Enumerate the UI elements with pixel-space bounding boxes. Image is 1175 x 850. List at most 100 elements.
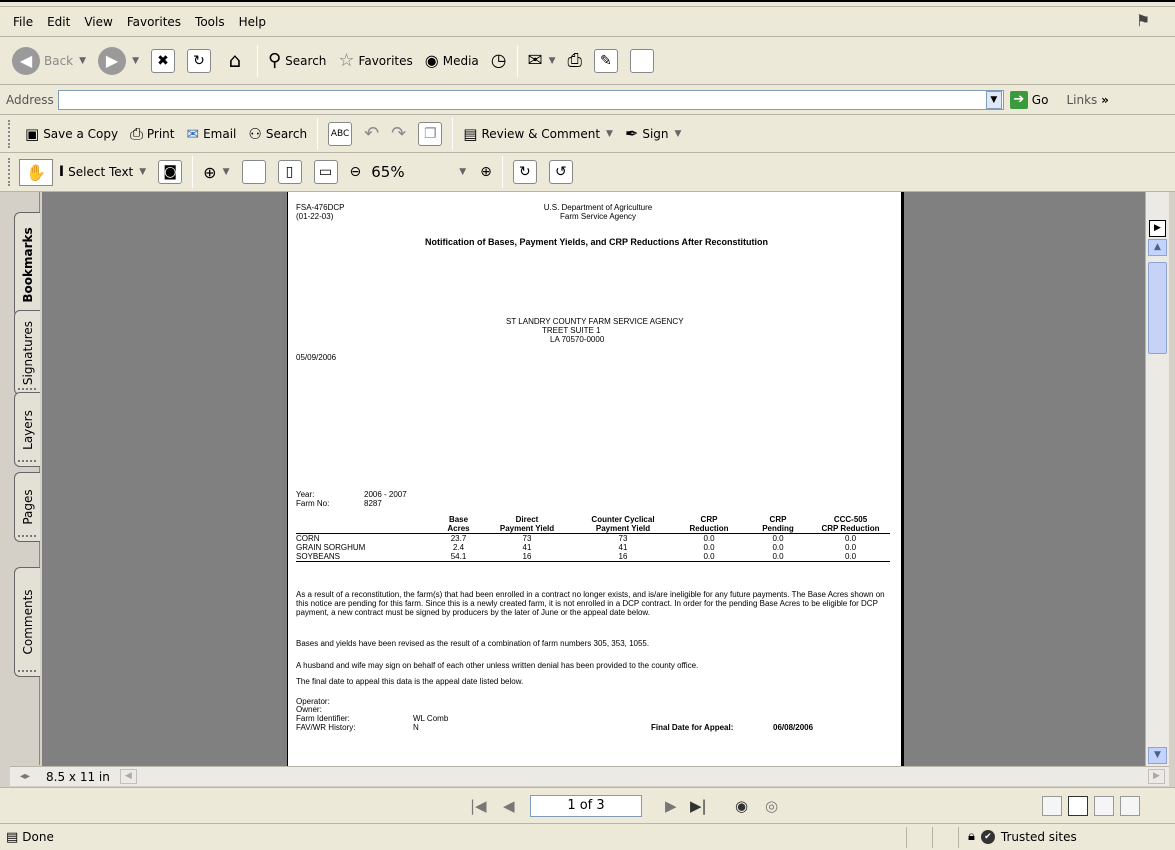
history-label: FAV/WR History: [296,723,356,732]
save-copy-button[interactable]: ▣ Save a Copy [19,122,124,146]
review-comment-button[interactable]: ▤ Review & Comment ▼ [457,122,619,146]
previous-page-icon[interactable]: ◀ [503,797,515,815]
menu-edit[interactable]: Edit [40,13,77,31]
continuous-layout-icon[interactable] [1068,796,1088,816]
search-button[interactable]: ⚲ Search [262,47,332,74]
home-button[interactable]: ⌂ [217,46,253,76]
single-page-layout-icon[interactable] [1042,796,1062,816]
redo-button[interactable]: ↷ [385,120,412,147]
menu-tools[interactable]: Tools [188,13,232,31]
zoom-level-select[interactable]: 65% [367,161,457,183]
scroll-left-button[interactable]: ◀ [119,769,137,784]
tab-bookmarks-label: Bookmarks [20,226,35,303]
links-button[interactable]: Links » [1066,93,1108,107]
next-page-icon[interactable]: ▶ [665,797,677,815]
continuous-facing-layout-icon[interactable] [1120,796,1140,816]
horizontal-scrollbar: ◂▸ 8.5 x 11 in ◀ ▶ [10,766,1169,786]
navigation-panel: Bookmarks Signatures Layers Pages Commen… [10,192,40,765]
favorites-label: Favorites [358,53,413,68]
security-zone[interactable]: 🔒︎ ✔ Trusted sites [968,829,1077,844]
zoom-in-tool-button[interactable]: ⊕ ▼ [197,160,235,185]
owner-label: Owner: [296,705,322,714]
fit-page-button[interactable]: ▯ [272,157,308,187]
panel-expand-icon[interactable]: ▶ [1149,220,1166,237]
first-page-icon[interactable]: |◀ [470,797,487,815]
refresh-button[interactable]: ↻ [181,46,217,76]
toolbar-separator [501,156,503,188]
home-icon: ⌂ [228,47,242,72]
scroll-down-button[interactable]: ▼ [1148,747,1167,764]
document-viewport[interactable]: FSA-476DCP (01-22-03) U.S. Department of… [42,192,1145,766]
mail-button[interactable]: ✉ ▼ [522,47,562,74]
back-button[interactable]: ◀ Back ▼ [6,44,92,78]
rotate-clockwise-button[interactable]: ↻ [507,157,543,187]
previous-view-icon[interactable]: ◉ [735,797,748,815]
zoom-in-button[interactable]: ⊕ [474,161,498,183]
rotate-counterclockwise-button[interactable]: ↺ [543,157,579,187]
address-input[interactable] [57,89,1004,110]
tab-pages-label: Pages [20,489,35,525]
menu-help[interactable]: Help [232,13,273,31]
menu-favorites[interactable]: Favorites [120,13,188,31]
windows-logo-icon: ⚑ [1135,11,1151,30]
scroll-right-button[interactable]: ▶ [1148,769,1165,784]
sign-button[interactable]: ✒ Sign ▼ [619,121,688,146]
forward-button[interactable]: ▶ ▼ [92,44,145,78]
tab-signatures[interactable]: Signatures [14,310,40,395]
go-button[interactable]: ➔ Go [1009,90,1048,109]
address-dropdown-icon[interactable]: ▼ [985,90,1002,109]
tab-bookmarks[interactable]: Bookmarks [14,212,40,317]
standard-toolbar: ◀ Back ▼ ▶ ▼ ✖ ↻ ⌂ ⚲ Search ☆ Favorites … [0,37,1175,85]
copy-button[interactable]: ❐ [412,119,448,149]
edit-button[interactable]: ✎ [588,46,624,76]
stop-button[interactable]: ✖ [145,46,181,76]
links-label: Links [1066,92,1098,107]
email-button[interactable]: ✉ Email [181,122,243,146]
next-view-icon[interactable]: ◎ [765,797,778,815]
table-header-cell: Pending [745,524,811,534]
chevron-down-icon: ▼ [674,128,682,139]
menu-view[interactable]: View [77,13,119,31]
actual-size-button[interactable] [236,157,272,187]
table-header-cell: CRP [700,515,718,524]
zoom-out-button[interactable]: ⊖ [344,161,368,183]
tab-pages[interactable]: Pages [14,472,40,542]
status-divider [932,827,933,848]
table-header-cell: Base [448,515,469,524]
chevron-down-icon[interactable]: ▼ [459,167,466,177]
menu-bar: File Edit View Favorites Tools Help ⚑ [0,7,1175,37]
tab-layers[interactable]: Layers [14,392,40,467]
reconstitution-paragraph: As a result of a reconstitution, the far… [296,590,885,617]
fit-width-button[interactable]: ▭ [308,157,344,187]
table-cell: 41 [618,543,628,552]
spell-check-button[interactable]: ABC [322,119,358,149]
menu-file[interactable]: File [6,13,40,31]
select-text-button[interactable]: Ⅰ Select Text ▼ [53,161,152,183]
discuss-button[interactable] [624,46,660,76]
facing-layout-icon[interactable] [1094,796,1114,816]
pdf-print-button[interactable]: ⎙ Print [124,121,180,147]
tab-comments[interactable]: Comments [14,567,40,677]
window-frame-top [0,0,1175,7]
vertical-scrollbar[interactable]: ▶ ▲ ▼ [1145,192,1169,766]
hand-tool-button[interactable]: ✋ [19,158,53,186]
pdf-search-label: Search [265,126,308,141]
scroll-up-button[interactable]: ▲ [1148,239,1167,256]
pdf-search-button[interactable]: ⚇ Search [242,122,313,146]
last-page-icon[interactable]: ▶| [690,797,707,815]
page-number-field[interactable]: 1 of 3 [530,795,642,817]
pdf-file-toolbar: ▣ Save a Copy ⎙ Print ✉ Email ⚇ Search A… [0,115,1175,153]
table-cell: 23.7 [450,534,467,543]
scroll-thumb[interactable] [1148,262,1167,354]
favorites-button[interactable]: ☆ Favorites [332,47,418,74]
undo-button[interactable]: ↶ [358,120,385,147]
snapshot-button[interactable]: ◙ [152,157,188,187]
table-header-cell: Reduction [673,524,745,534]
splitter-arrows-icon[interactable]: ◂▸ [20,771,30,782]
print-button[interactable]: ⎙ [562,47,588,74]
media-button[interactable]: ◉ Media [419,48,485,73]
table-cell: 0.0 [745,552,811,562]
table-header-cell: Payment Yield [481,524,573,534]
history-button[interactable]: ◷ [485,47,513,74]
toolbar-separator [452,117,454,150]
